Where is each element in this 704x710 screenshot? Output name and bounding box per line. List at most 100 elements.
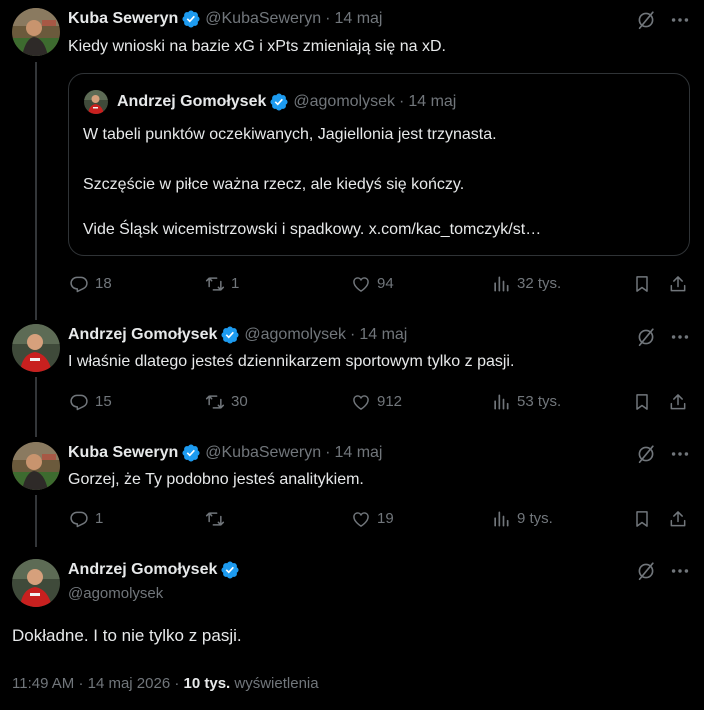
like-count: 94 — [377, 275, 394, 292]
avatar[interactable] — [12, 559, 60, 607]
tweet-text: Kiedy wnioski na bazie xG i xPts zmienia… — [68, 38, 446, 55]
avatar[interactable] — [12, 442, 60, 490]
verified-badge-icon — [181, 443, 201, 463]
tweet-text: I właśnie dlatego jesteś dziennikarzem s… — [68, 353, 515, 370]
grok-icon[interactable] — [635, 560, 657, 582]
tweet-header: Andrzej Gomołysek @agomolysek · 14 maj — [68, 325, 407, 345]
more-icon[interactable] — [669, 326, 691, 348]
tweet-time[interactable]: 14 maj — [334, 443, 382, 463]
views-button[interactable]: 32 tys. — [491, 274, 561, 294]
author-handle: @agomolysek — [293, 93, 395, 110]
repost-icon — [205, 509, 225, 529]
share-icon[interactable] — [668, 509, 688, 529]
quote-text-line[interactable]: Vide Śląsk wicemistrzowski i spadkowy. x… — [83, 220, 541, 240]
views-count: 32 tys. — [517, 275, 562, 292]
bookmark-icon[interactable] — [632, 509, 652, 529]
tweet-header: Kuba Seweryn @KubaSeweryn · 14 maj — [68, 9, 382, 29]
tweet-meta: 11:49 AM · 14 maj 2026 · 10 tys. wyświet… — [12, 674, 319, 694]
reply-button[interactable]: 1 — [69, 509, 103, 529]
like-button[interactable]: 19 — [351, 509, 394, 529]
views-count: 53 tys. — [517, 393, 562, 410]
author-name[interactable]: Kuba Seweryn — [68, 443, 178, 463]
reply-button[interactable]: 15 — [69, 392, 112, 412]
tweet-time[interactable]: 14 maj — [359, 325, 407, 345]
share-icon[interactable] — [668, 274, 688, 294]
views-count: 9 tys. — [517, 510, 553, 527]
tweet-text: Gorzej, że Ty podobno jesteś analitykiem… — [68, 471, 364, 488]
reply-button[interactable]: 18 — [69, 274, 112, 294]
verified-badge-icon — [220, 325, 240, 345]
avatar[interactable] — [12, 324, 60, 372]
author-handle[interactable]: @agomolysek — [244, 325, 346, 345]
views-icon — [491, 274, 511, 294]
repost-count: 1 — [231, 275, 240, 292]
grok-icon[interactable] — [635, 443, 657, 465]
quote-text-line: Szczęście w piłce ważna rzecz, ale kiedy… — [83, 176, 465, 193]
verified-badge-icon — [269, 92, 289, 112]
main-tweet-text: Dokładne. I to nie tylko z pasji. — [12, 626, 242, 645]
main-tweet-author: Andrzej Gomołysek @agomolysek — [68, 560, 244, 604]
views-icon — [491, 509, 511, 529]
more-icon[interactable] — [669, 560, 691, 582]
like-button[interactable]: 912 — [351, 392, 402, 412]
author-name[interactable]: Kuba Seweryn — [68, 9, 178, 29]
repost-count: 30 — [231, 393, 248, 410]
tweet-time[interactable]: 11:49 AM — [12, 675, 74, 692]
views-button[interactable]: 53 tys. — [491, 392, 561, 412]
repost-button[interactable]: 1 — [205, 274, 239, 294]
author-handle[interactable]: @agomolysek — [68, 584, 244, 604]
author-handle[interactable]: @KubaSeweryn — [205, 9, 321, 29]
quote-header: Andrzej Gomołysek @agomolysek · 14 maj — [117, 92, 456, 112]
author-name[interactable]: Andrzej Gomołysek — [68, 325, 217, 345]
author-name[interactable]: Andrzej Gomołysek — [68, 560, 217, 580]
reply-icon — [69, 274, 89, 294]
reply-count: 15 — [95, 393, 112, 410]
separator: · — [325, 10, 331, 27]
tweet-date[interactable]: 14 maj 2026 — [88, 675, 171, 692]
author-handle[interactable]: @KubaSeweryn — [205, 443, 321, 463]
author-name: Andrzej Gomołysek — [117, 93, 267, 110]
like-count: 912 — [377, 393, 403, 410]
verified-badge-icon — [220, 560, 240, 580]
separator: · — [174, 675, 180, 692]
separator: · — [325, 444, 331, 461]
tweet-header: Kuba Seweryn @KubaSeweryn · 14 maj — [68, 443, 382, 463]
separator: · — [399, 93, 405, 110]
quote-text-line: W tabeli punktów oczekiwanych, Jagiellon… — [83, 126, 497, 143]
verified-badge-icon — [181, 9, 201, 29]
quote-card[interactable]: Andrzej Gomołysek @agomolysek · 14 maj W… — [68, 73, 690, 256]
avatar — [84, 90, 108, 114]
thread-line — [35, 495, 37, 547]
like-icon — [351, 392, 371, 412]
views-button[interactable]: 9 tys. — [491, 509, 553, 529]
views-count: 10 tys. — [183, 675, 231, 692]
like-button[interactable]: 94 — [351, 274, 394, 294]
grok-icon[interactable] — [635, 9, 657, 31]
reply-icon — [69, 392, 89, 412]
repost-icon — [205, 392, 225, 412]
repost-button[interactable]: 30 — [205, 392, 248, 412]
tweet-time: 14 maj — [408, 93, 457, 110]
tweet-time[interactable]: 14 maj — [334, 9, 382, 29]
separator: · — [78, 675, 84, 692]
repost-button[interactable] — [205, 509, 231, 529]
reply-count: 1 — [95, 510, 104, 527]
thread-line — [35, 377, 37, 437]
bookmark-icon[interactable] — [632, 274, 652, 294]
more-icon[interactable] — [669, 443, 691, 465]
thread-line — [35, 62, 37, 320]
reply-icon — [69, 509, 89, 529]
avatar[interactable] — [12, 8, 60, 56]
views-icon — [491, 392, 511, 412]
like-icon — [351, 274, 371, 294]
bookmark-icon[interactable] — [632, 392, 652, 412]
repost-icon — [205, 274, 225, 294]
share-icon[interactable] — [668, 392, 688, 412]
separator: · — [350, 326, 356, 343]
reply-count: 18 — [95, 275, 112, 292]
more-icon[interactable] — [669, 9, 691, 31]
grok-icon[interactable] — [635, 326, 657, 348]
like-icon — [351, 509, 371, 529]
views-label: wyświetlenia — [234, 675, 319, 692]
like-count: 19 — [377, 510, 394, 527]
